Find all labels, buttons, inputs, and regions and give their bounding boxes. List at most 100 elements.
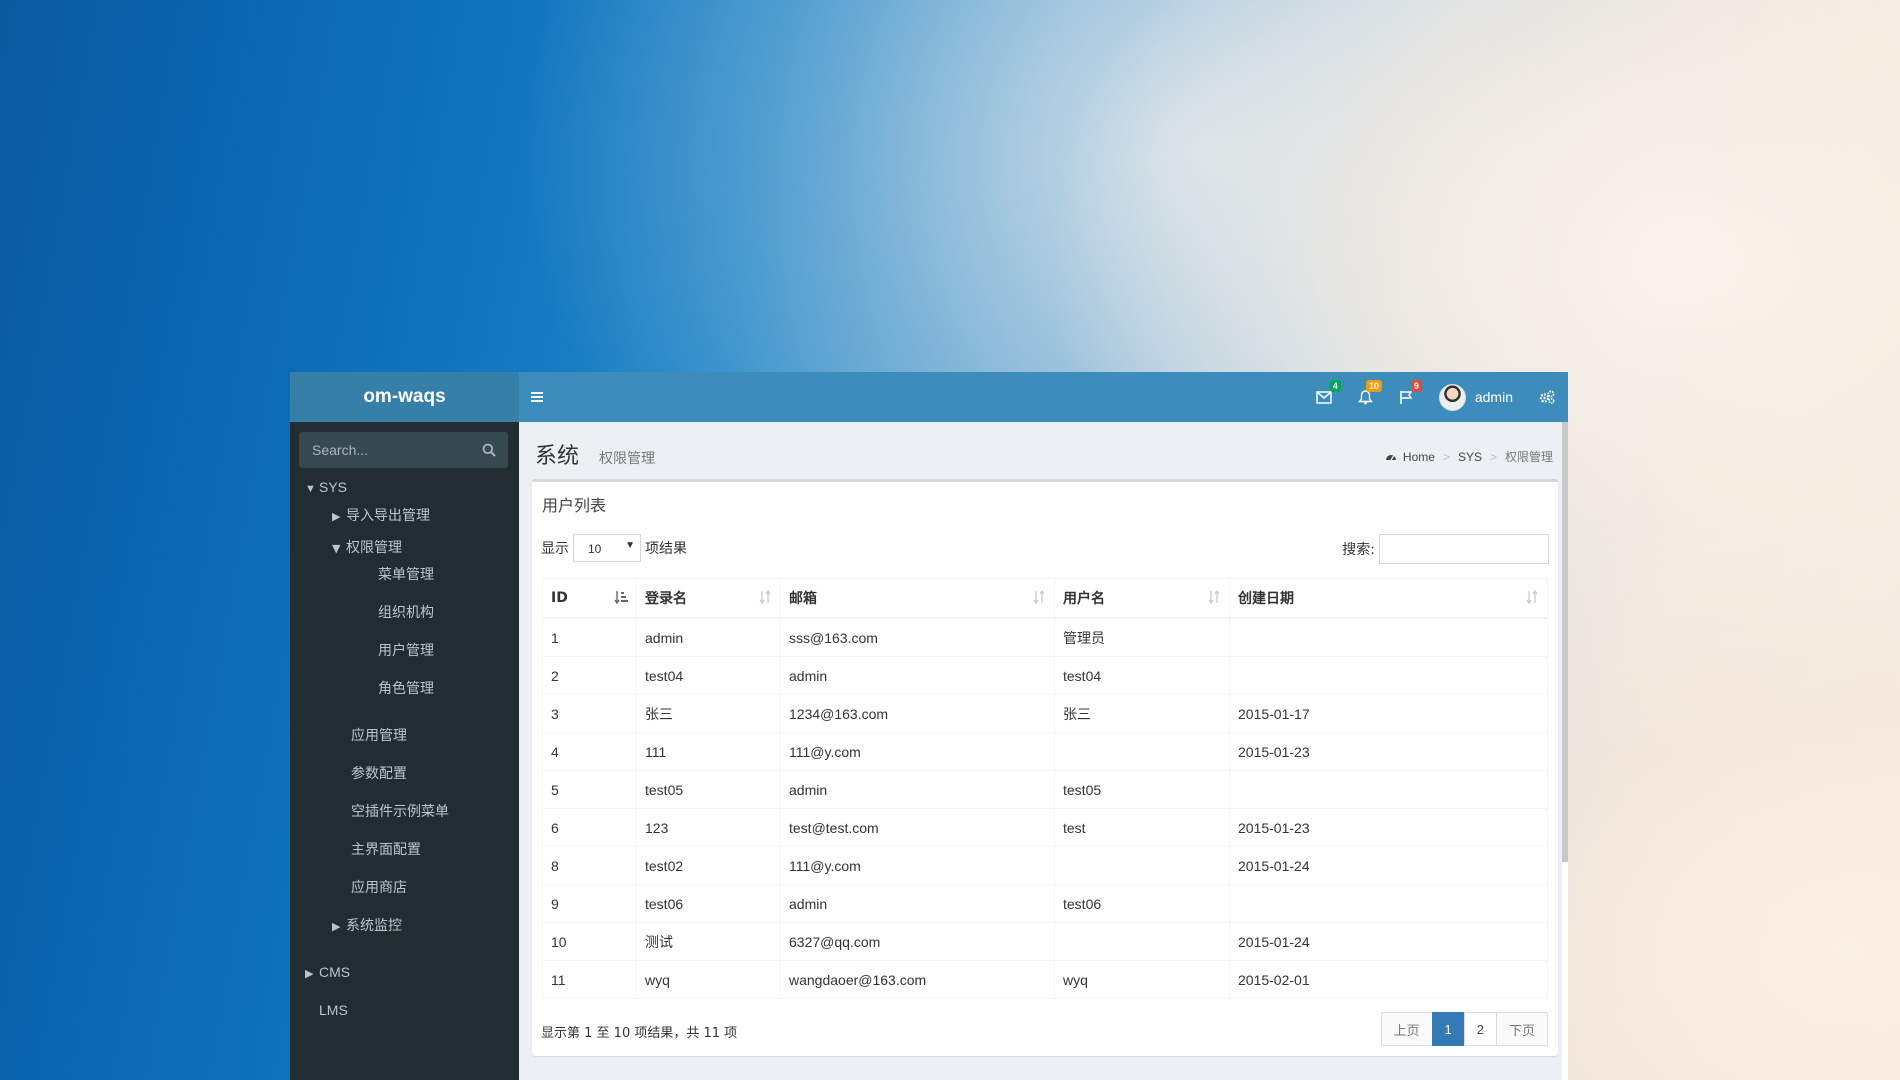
table-row[interactable]: 8 test02 111@y.com 2015-01-24 xyxy=(542,846,1548,885)
sidebar-item-app-management[interactable]: 应用管理 xyxy=(351,725,407,745)
cell-id: 2 xyxy=(542,656,637,695)
sidebar-item-main-ui-config[interactable]: 主界面配置 xyxy=(351,839,421,859)
search-icon[interactable] xyxy=(482,443,496,457)
sidebar-item-label: SYS xyxy=(319,479,348,495)
column-label: 邮箱 xyxy=(789,591,817,607)
avatar xyxy=(1438,383,1466,411)
cell-login: test04 xyxy=(636,656,781,695)
flag-icon xyxy=(1400,390,1413,404)
cell-login: test06 xyxy=(636,884,781,923)
sort-icon xyxy=(1526,590,1538,604)
table-header-row: ID 登录名 邮箱 用户名 创建日期 xyxy=(542,578,1548,619)
sort-icon xyxy=(759,590,771,604)
cell-created xyxy=(1229,770,1548,809)
page-title: 系统 xyxy=(535,444,580,469)
cell-username: 张三 xyxy=(1054,694,1230,733)
sidebar-item-import-export[interactable]: ▶ 导入导出管理 xyxy=(332,505,430,525)
cell-email: wangdaoer@163.com xyxy=(780,960,1055,999)
sidebar-item-label: 空插件示例菜单 xyxy=(351,804,449,820)
cell-id: 3 xyxy=(542,694,637,733)
cell-email: sss@163.com xyxy=(780,617,1055,657)
sidebar-item-label: 应用商店 xyxy=(351,880,407,896)
cell-email: 6327@qq.com xyxy=(780,922,1055,961)
table-row[interactable]: 6 123 test@test.com test 2015-01-23 xyxy=(542,808,1548,847)
cell-username xyxy=(1054,732,1230,771)
table-row[interactable]: 9 test06 admin test06 xyxy=(542,884,1548,923)
cell-login: 张三 xyxy=(636,694,781,733)
user-list-box: 用户列表 显示 10 ▼ 项结果 搜索: ID 登录名 邮箱 用户名 创建日期 … xyxy=(532,479,1558,1056)
page-1-button[interactable]: 1 xyxy=(1431,1012,1465,1046)
sidebar-item-cms[interactable]: ▶ CMS xyxy=(305,964,350,980)
table-row[interactable]: 2 test04 admin test04 xyxy=(542,656,1548,695)
caret-right-icon: ▶ xyxy=(332,920,341,933)
search-label: 搜索: xyxy=(1342,542,1375,558)
app-window: om-waqs 4 10 9 admin Search... ▼ SYS ▶ 导… xyxy=(290,372,1568,1080)
cell-created: 2015-01-24 xyxy=(1229,922,1548,961)
control-sidebar-button[interactable] xyxy=(1526,372,1568,422)
scrollbar[interactable] xyxy=(1562,422,1568,1080)
page-length-value: 10 xyxy=(588,542,602,556)
sidebar-item-sys[interactable]: ▼ SYS xyxy=(305,479,347,495)
sidebar-item-empty-plugin[interactable]: 空插件示例菜单 xyxy=(351,801,449,821)
sidebar-item-app-store[interactable]: 应用商店 xyxy=(351,877,407,897)
table-row[interactable]: 11 wyq wangdaoer@163.com wyq 2015-02-01 xyxy=(542,960,1548,999)
cell-email: 111@y.com xyxy=(780,846,1055,885)
sidebar-item-label: LMS xyxy=(319,1002,348,1018)
page-2-button[interactable]: 2 xyxy=(1463,1012,1497,1046)
table-filter: 搜索: xyxy=(1342,534,1549,564)
user-menu[interactable]: admin xyxy=(1426,372,1526,422)
table-search-input[interactable] xyxy=(1379,534,1549,564)
cell-login: test02 xyxy=(636,846,781,885)
hamburger-icon xyxy=(531,392,543,402)
sidebar-item-lms[interactable]: LMS xyxy=(319,1002,348,1018)
sidebar-item-role-management[interactable]: 角色管理 xyxy=(378,678,434,698)
scrollbar-thumb[interactable] xyxy=(1562,422,1568,862)
notifications-button[interactable]: 10 xyxy=(1345,372,1386,422)
column-label: 登录名 xyxy=(645,591,687,607)
page-length-select[interactable]: 10 ▼ xyxy=(573,534,641,562)
next-page-button[interactable]: 下页 xyxy=(1495,1012,1548,1046)
column-header-login[interactable]: 登录名 xyxy=(636,578,781,619)
cell-id: 11 xyxy=(542,960,637,999)
sidebar-item-label: 系统监控 xyxy=(346,918,402,934)
cell-created xyxy=(1229,884,1548,923)
sidebar-toggle-button[interactable] xyxy=(531,387,547,407)
column-label: ID xyxy=(551,590,568,606)
sidebar-item-label: 权限管理 xyxy=(346,540,402,556)
caret-right-icon: ▶ xyxy=(332,510,341,523)
table-row[interactable]: 1 admin sss@163.com 管理员 xyxy=(542,617,1548,657)
column-header-username[interactable]: 用户名 xyxy=(1054,578,1230,619)
breadcrumb-separator: > xyxy=(1442,449,1450,464)
breadcrumb-sys[interactable]: SYS xyxy=(1458,450,1482,464)
sidebar-item-label: 组织机构 xyxy=(378,605,434,621)
table-row[interactable]: 3 张三 1234@163.com 张三 2015-01-17 xyxy=(542,694,1548,733)
column-header-email[interactable]: 邮箱 xyxy=(780,578,1055,619)
tasks-badge: 9 xyxy=(1410,380,1422,392)
table-row[interactable]: 10 测试 6327@qq.com 2015-01-24 xyxy=(542,922,1548,961)
sidebar-item-user-management[interactable]: 用户管理 xyxy=(378,640,434,660)
table-row[interactable]: 4 111 111@y.com 2015-01-23 xyxy=(542,732,1548,771)
envelope-icon xyxy=(1316,390,1332,404)
top-navbar: 4 10 9 admin xyxy=(519,372,1568,422)
sidebar-item-organization[interactable]: 组织机构 xyxy=(378,602,434,622)
sidebar-search-input[interactable]: Search... xyxy=(299,432,508,468)
cell-created: 2015-02-01 xyxy=(1229,960,1548,999)
column-header-created[interactable]: 创建日期 xyxy=(1229,578,1548,619)
content-wrapper: 系统 权限管理 Home > SYS > 权限管理 用户列表 显示 10 ▼ 项… xyxy=(519,422,1568,1080)
tasks-button[interactable]: 9 xyxy=(1386,372,1426,422)
sidebar-item-menu-management[interactable]: 菜单管理 xyxy=(378,564,434,584)
caret-right-icon: ▶ xyxy=(305,968,314,980)
brand-logo[interactable]: om-waqs xyxy=(290,372,519,422)
cell-id: 6 xyxy=(542,808,637,847)
sidebar-item-system-monitor[interactable]: ▶ 系统监控 xyxy=(332,915,402,935)
messages-button[interactable]: 4 xyxy=(1303,372,1345,422)
column-header-id[interactable]: ID xyxy=(542,578,637,619)
breadcrumb-home[interactable]: Home xyxy=(1403,450,1435,464)
prev-page-button[interactable]: 上页 xyxy=(1380,1012,1433,1046)
sidebar-item-permission[interactable]: ▼ 权限管理 xyxy=(332,537,402,557)
breadcrumb-current: 权限管理 xyxy=(1504,450,1553,464)
cell-id: 9 xyxy=(542,884,637,923)
table-row[interactable]: 5 test05 admin test05 xyxy=(542,770,1548,809)
sidebar-item-parameters[interactable]: 参数配置 xyxy=(351,763,407,783)
cell-login: test05 xyxy=(636,770,781,809)
